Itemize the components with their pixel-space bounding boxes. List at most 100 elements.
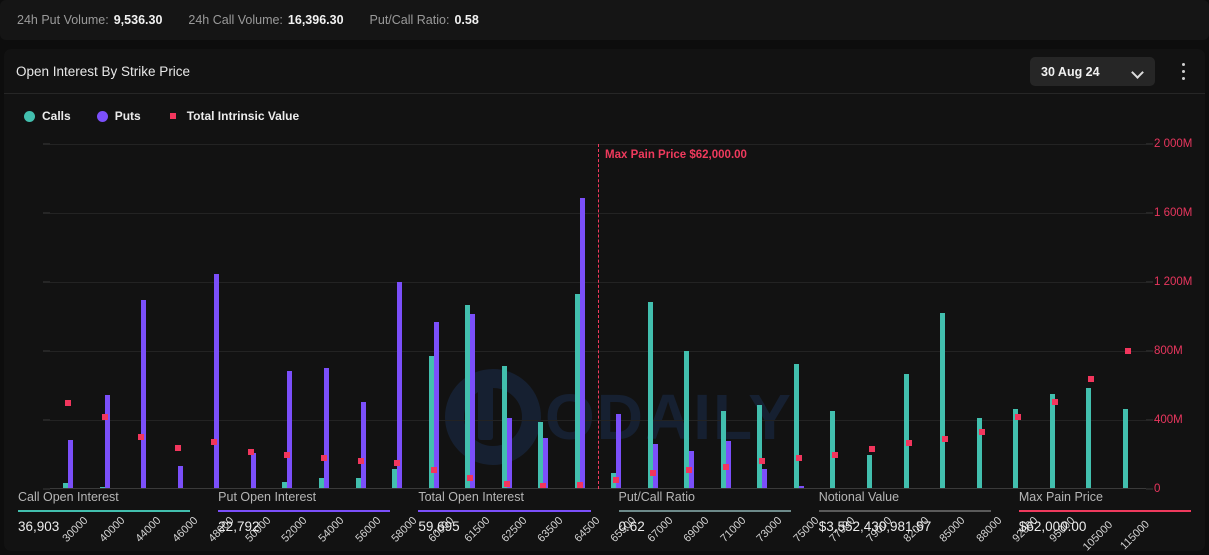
chart-bar-group[interactable] (684, 144, 695, 489)
chart-bar-group[interactable] (1122, 144, 1134, 489)
date-select-dropdown[interactable]: 30 Aug 24 (1030, 57, 1155, 86)
kebab-dot (1181, 63, 1185, 66)
stat-value: $62,000.00 (1018, 519, 1087, 534)
kebab-menu-icon[interactable] (1174, 61, 1192, 82)
y-axis-right-tick: 1 600M (1154, 207, 1193, 219)
chart-bar-group[interactable] (903, 144, 915, 489)
chart-bar-group[interactable] (1086, 144, 1097, 489)
chart-bar-group[interactable] (501, 144, 513, 489)
intrinsic-value-point (1124, 348, 1131, 354)
chart-bar-group[interactable] (1049, 144, 1061, 489)
intrinsic-value-point (942, 435, 949, 442)
y-axis-left-tickmark (43, 281, 50, 283)
intrinsic-value-point (905, 440, 912, 447)
put-bar (433, 322, 439, 489)
max-pain-label: Max Pain Price $62,000.00 (605, 149, 747, 161)
intrinsic-value-point (722, 463, 729, 470)
stat-card: Put Open Interest 22,792 (204, 490, 404, 555)
call-bar (867, 454, 872, 489)
chart-bar-group[interactable] (538, 144, 549, 489)
kebab-dot (1181, 77, 1185, 80)
put-bar (360, 401, 366, 489)
chart-bar-group[interactable] (246, 144, 257, 489)
put-bar (470, 314, 476, 489)
chart-bar-group[interactable] (99, 144, 111, 489)
volume-item-put: 24h Put Volume: 9,536.30 (17, 13, 162, 27)
stat-value: 36,903 (18, 519, 60, 534)
chart-bar-group[interactable] (574, 144, 586, 489)
chart-bar-group[interactable] (63, 144, 74, 489)
stat-card: Max Pain Price $62,000.00 (1005, 490, 1205, 555)
y-axis-right-tick: 800M (1154, 345, 1183, 357)
intrinsic-value-point (613, 476, 620, 483)
page-title: Open Interest By Strike Price (16, 63, 191, 79)
chart-bar-group[interactable] (355, 144, 367, 489)
intrinsic-value-point (832, 451, 839, 458)
chart-bar-group[interactable] (611, 144, 622, 489)
intrinsic-value-point (649, 469, 656, 476)
stat-rule (418, 510, 591, 512)
chart-bar-group[interactable] (757, 144, 768, 489)
stat-label: Call Open Interest (18, 490, 119, 504)
y-axis-right-tickmark (1146, 143, 1153, 145)
intrinsic-value-color-swatch (169, 113, 176, 119)
chart-bar-group[interactable] (647, 144, 659, 489)
chart-bar-group[interactable] (830, 144, 841, 489)
chart-bar-group[interactable] (392, 144, 403, 489)
intrinsic-value-point (978, 429, 985, 436)
call-bar (830, 410, 836, 489)
chart-bar-group[interactable] (1013, 144, 1024, 489)
chart-bar-group[interactable] (173, 144, 184, 489)
legend-item-intrinsic-value[interactable]: Total Intrinsic Value (167, 109, 299, 123)
intrinsic-value-point (247, 448, 254, 455)
stat-rule (1018, 510, 1192, 512)
stat-rule (618, 510, 791, 512)
intrinsic-value-point (686, 467, 693, 474)
legend-item-puts[interactable]: Puts (96, 109, 141, 123)
chart-bar-group[interactable] (793, 144, 805, 489)
chart-bar-group[interactable] (282, 144, 293, 489)
stat-rule (218, 510, 391, 512)
chart-bar-group[interactable] (867, 144, 878, 489)
chart-bar-group[interactable] (209, 144, 220, 489)
intrinsic-value-point (869, 446, 875, 453)
chevron-down-icon (1133, 68, 1144, 75)
chart-bar-group[interactable] (428, 144, 440, 489)
call-volume-value: 16,396.30 (287, 13, 344, 27)
intrinsic-value-point (321, 454, 327, 461)
call-bar (1122, 408, 1128, 489)
date-select-value: 30 Aug 24 (1041, 64, 1100, 79)
y-axis-right-tick: 2 000M (1154, 138, 1193, 150)
put-bar (214, 273, 220, 489)
intrinsic-value-point (211, 439, 218, 446)
legend-item-calls[interactable]: Calls (24, 109, 71, 123)
put-volume-value: 9,536.30 (113, 13, 163, 27)
put-bar (397, 282, 403, 489)
intrinsic-value-point (174, 444, 181, 451)
put-bar (579, 198, 585, 489)
y-axis-right-tickmark (1146, 212, 1153, 214)
put-bar (543, 438, 549, 489)
legend-label-calls: Calls (42, 109, 71, 123)
intrinsic-value-point (503, 480, 510, 487)
put-bar (68, 439, 74, 489)
put-bar (177, 466, 183, 489)
intrinsic-value-point (1051, 398, 1058, 405)
chart-bar-group[interactable] (465, 144, 476, 489)
put-bar (652, 444, 658, 489)
stat-label: Total Open Interest (418, 490, 524, 504)
stat-value: $3,552,430,981.57 (818, 519, 932, 534)
chart-bar-group[interactable] (319, 144, 330, 489)
stat-label: Notional Value (818, 490, 900, 504)
put-bar (104, 394, 110, 489)
volume-item-call: 24h Call Volume: 16,396.30 (188, 13, 343, 27)
stat-rule (18, 510, 191, 512)
put-volume-label: 24h Put Volume: (17, 13, 109, 27)
volume-summary-bar: 24h Put Volume: 9,536.30 24h Call Volume… (0, 0, 1209, 40)
chart-bar-group[interactable] (976, 144, 988, 489)
stat-card: Put/Call Ratio 0.62 (605, 490, 805, 555)
chart-panel: Open Interest By Strike Price 30 Aug 24 … (4, 49, 1205, 553)
put-call-ratio-label: Put/Call Ratio: (369, 13, 450, 27)
intrinsic-value-point (576, 481, 583, 488)
chart-bar-group[interactable] (720, 144, 732, 489)
